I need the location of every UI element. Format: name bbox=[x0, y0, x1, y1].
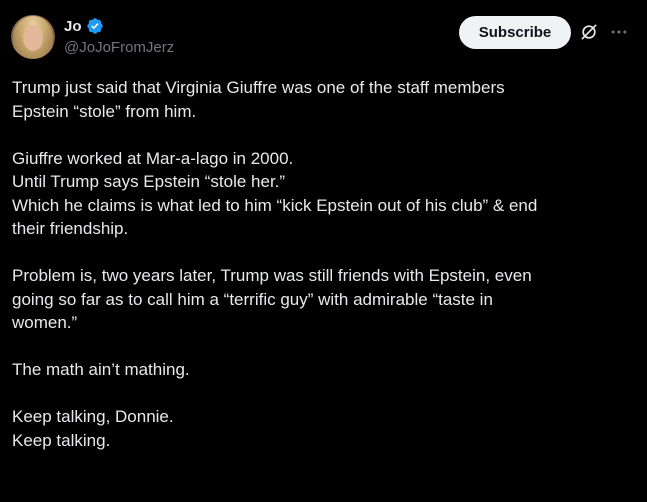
post-header: Jo @JoJoFromJerz bbox=[64, 16, 174, 57]
post-paragraph: The math ain’t mathing. bbox=[12, 358, 637, 382]
post-line: Epstein “stole” from him. bbox=[12, 101, 197, 121]
post-line: Which he claims is what led to him “kick… bbox=[12, 195, 538, 215]
avatar-face bbox=[23, 25, 43, 51]
post-paragraph: Giuffre worked at Mar-a-lago in 2000. Un… bbox=[12, 147, 637, 241]
avatar[interactable] bbox=[11, 15, 55, 59]
post-line: going so far as to call him a “terrific … bbox=[12, 289, 493, 309]
post-line: Trump just said that Virginia Giuffre wa… bbox=[12, 78, 505, 97]
post-paragraph: Problem is, two years later, Trump was s… bbox=[12, 264, 637, 335]
post-line: Problem is, two years later, Trump was s… bbox=[12, 266, 532, 285]
name-row: Jo bbox=[64, 16, 174, 36]
post-line: their friendship. bbox=[12, 219, 129, 238]
post-line: Keep talking, Donnie. bbox=[12, 407, 174, 426]
post-card: Jo @JoJoFromJerz Subscribe Trump just sa… bbox=[0, 0, 647, 502]
post-line: Until Trump says Epstein “stole her.” bbox=[12, 172, 286, 191]
post-paragraph: Keep talking, Donnie. Keep talking. bbox=[12, 405, 637, 452]
verified-badge-icon bbox=[86, 18, 103, 34]
post-paragraph: Trump just said that Virginia Giuffre wa… bbox=[12, 76, 637, 123]
user-handle[interactable]: @JoJoFromJerz bbox=[64, 39, 174, 56]
more-dots-icon[interactable] bbox=[609, 22, 629, 42]
subscribe-button[interactable]: Subscribe bbox=[459, 16, 571, 49]
post-line: Giuffre worked at Mar-a-lago in 2000. bbox=[12, 148, 294, 168]
post-text: Trump just said that Virginia Giuffre wa… bbox=[12, 76, 637, 476]
display-name[interactable]: Jo bbox=[64, 18, 82, 35]
post-line: The math ain’t mathing. bbox=[12, 360, 190, 379]
grok-slash-icon[interactable] bbox=[579, 22, 599, 42]
post-line: women.” bbox=[12, 313, 78, 332]
post-line: Keep talking. bbox=[12, 430, 111, 450]
